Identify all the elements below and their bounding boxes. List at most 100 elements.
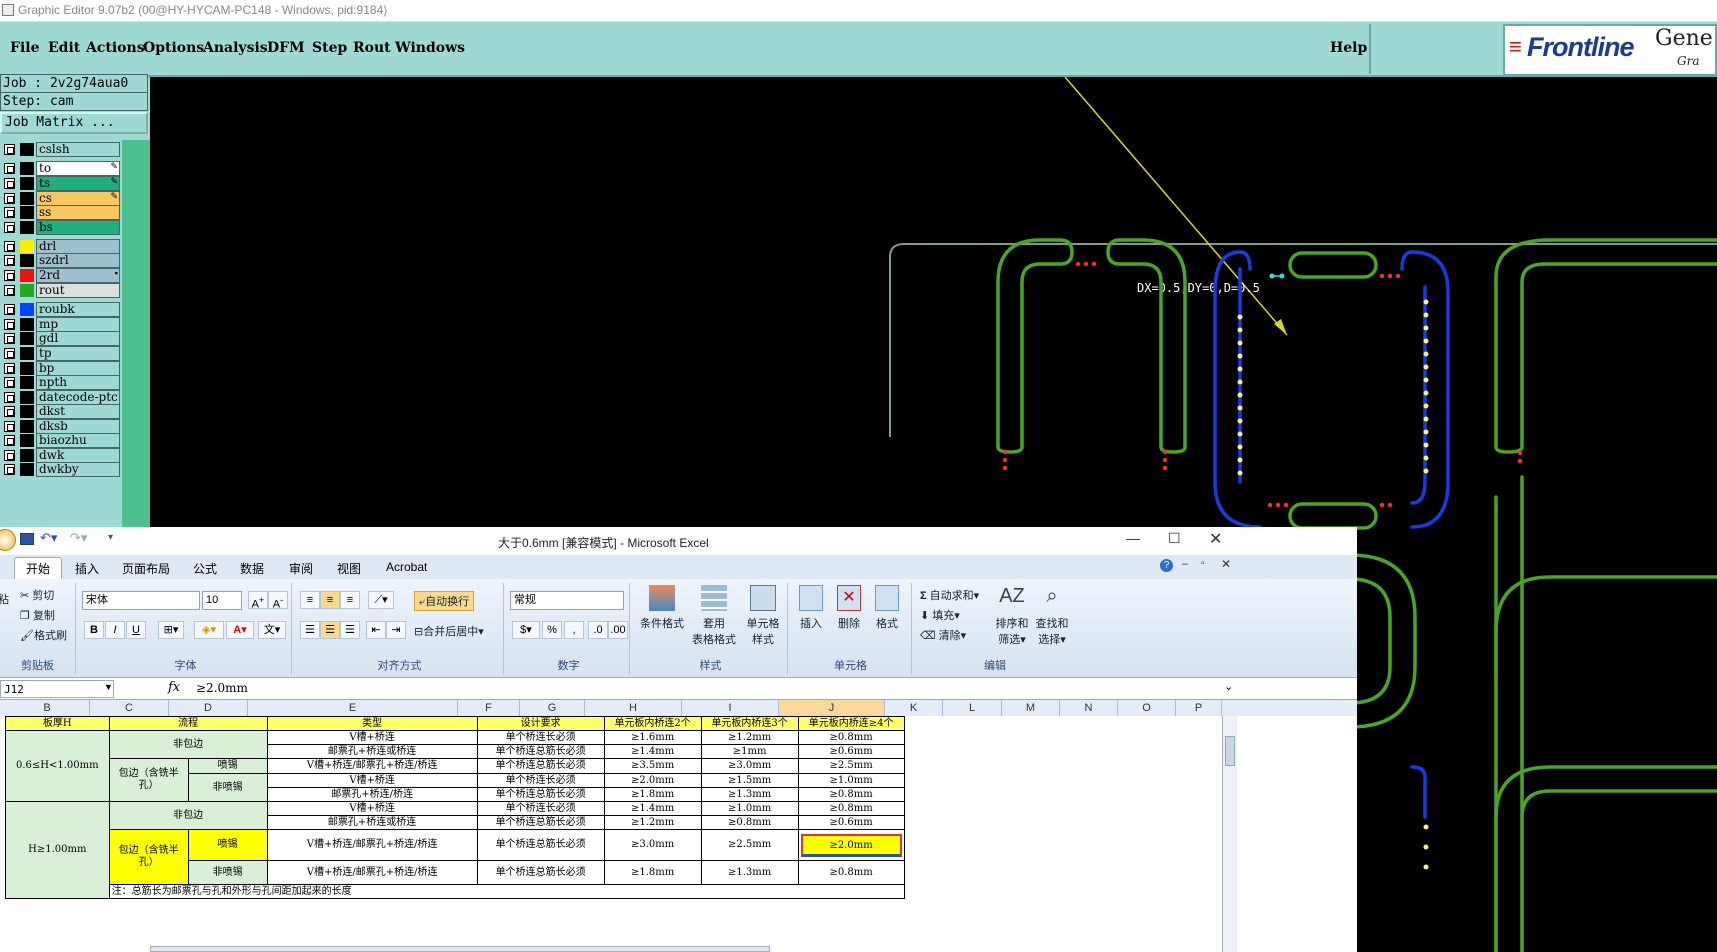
layer-color-swatch[interactable] — [20, 449, 34, 462]
layer-name[interactable]: datecode-ptc — [36, 390, 120, 405]
layer-color-swatch[interactable] — [20, 177, 34, 190]
layer-name[interactable]: bs — [36, 220, 120, 235]
layer-checkbox[interactable] — [4, 348, 15, 359]
layer-row-szdrl[interactable]: szdrl — [2, 253, 120, 268]
percent-icon[interactable]: % — [542, 621, 562, 639]
layer-checkbox[interactable] — [4, 392, 15, 403]
layer-color-swatch[interactable] — [20, 206, 34, 219]
menu-file[interactable]: File — [10, 40, 39, 56]
office-button[interactable] — [0, 529, 16, 551]
layer-row-dksb[interactable]: dksb — [2, 419, 120, 434]
layer-checkbox[interactable] — [4, 377, 15, 388]
grow-font-icon[interactable]: A+ — [248, 591, 268, 611]
layer-row-datecode-ptc[interactable]: datecode-ptc — [2, 390, 120, 405]
tab-review[interactable]: 审阅 — [289, 560, 313, 577]
layer-row-roubk[interactable]: roubk — [2, 302, 120, 317]
fill-color-icon[interactable]: ◈▾ — [194, 621, 224, 639]
layer-row-dwk[interactable]: dwk — [2, 448, 120, 463]
menu-analysis[interactable]: Analysis — [203, 40, 268, 56]
tab-page-layout[interactable]: 页面布局 — [122, 560, 170, 577]
layer-color-swatch[interactable] — [20, 269, 34, 282]
layer-color-swatch[interactable] — [20, 143, 34, 156]
layer-name[interactable]: ss — [36, 205, 120, 220]
layer-row-to[interactable]: to ✎ — [2, 161, 120, 176]
layer-color-swatch[interactable] — [20, 362, 34, 375]
layer-row-ss[interactable]: ss — [2, 205, 120, 220]
layer-checkbox[interactable] — [4, 163, 15, 174]
column-header-E[interactable]: E — [248, 700, 458, 716]
layer-name[interactable]: ts — [36, 176, 120, 191]
comma-icon[interactable]: , — [564, 621, 584, 639]
fill-button[interactable]: ⬇ 填充▾ — [920, 607, 960, 623]
font-color-icon[interactable]: A▾ — [226, 621, 254, 639]
layer-color-swatch[interactable] — [20, 254, 34, 267]
worksheet-grid[interactable]: 板厚H 流程 类型 设计要求 单元板内桥连2个 单元板内桥连3个 单元板内桥连≥… — [0, 716, 1357, 952]
wrap-text-button[interactable]: ⤶自动换行 — [414, 591, 475, 611]
layer-name[interactable]: 2rd — [36, 268, 120, 283]
layer-checkbox[interactable] — [4, 435, 15, 446]
layer-scroll-strip[interactable] — [122, 140, 150, 527]
layer-name[interactable]: npth — [36, 375, 120, 390]
layer-checkbox[interactable] — [4, 207, 15, 218]
sort-filter-button[interactable]: AZ 排序和 筛选▾ — [992, 585, 1032, 647]
layer-color-swatch[interactable] — [20, 192, 34, 205]
name-box[interactable]: J12 — [0, 680, 114, 698]
layer-checkbox[interactable] — [4, 193, 15, 204]
menu-step[interactable]: Step — [312, 40, 347, 56]
layer-checkbox[interactable] — [4, 363, 15, 374]
layer-checkbox[interactable] — [4, 144, 15, 155]
find-select-button[interactable]: ⌕ 查找和 选择▾ — [1032, 585, 1072, 647]
align-bottom-icon[interactable]: ≡ — [340, 591, 360, 609]
layer-row-npth[interactable]: npth — [2, 375, 120, 390]
layer-row-mp[interactable]: mp — [2, 317, 120, 332]
layer-name[interactable]: to — [36, 161, 120, 176]
layer-row-bs[interactable]: bs — [2, 220, 120, 235]
increase-indent-icon[interactable]: ⇥ — [386, 621, 406, 639]
layer-color-swatch[interactable] — [20, 240, 34, 253]
menu-actions[interactable]: Actions — [86, 40, 145, 56]
tab-view[interactable]: 视图 — [337, 560, 361, 577]
job-matrix-button[interactable]: Job Matrix ... — [0, 112, 148, 134]
column-header-K[interactable]: K — [885, 700, 943, 716]
layer-color-swatch[interactable] — [20, 376, 34, 389]
orientation-icon[interactable]: ⟋▾ — [368, 591, 394, 609]
accounting-icon[interactable]: $▾ — [512, 621, 540, 639]
italic-icon[interactable]: I — [105, 621, 125, 639]
layer-row-biaozhu[interactable]: biaozhu — [2, 433, 120, 448]
ribbon-restore-icon[interactable]: ▫ — [1201, 558, 1205, 569]
layer-color-swatch[interactable] — [20, 162, 34, 175]
column-header-J[interactable]: J — [779, 700, 885, 716]
layer-row-cs[interactable]: cs ✎ — [2, 191, 120, 206]
borders-icon[interactable]: ⊞▾ — [158, 621, 184, 639]
layer-row-2rd[interactable]: 2rd ▪ — [2, 268, 120, 283]
layer-color-swatch[interactable] — [20, 434, 34, 447]
align-left-icon[interactable]: ☰ — [300, 621, 320, 639]
align-center-icon[interactable]: ☰ — [320, 621, 340, 639]
copy-button[interactable]: ❐ 复制 — [20, 607, 55, 623]
formula-input[interactable]: ≥2.0mm — [190, 680, 1220, 698]
layer-name[interactable]: tp — [36, 346, 120, 361]
cell-styles-button[interactable]: 单元格 样式 — [740, 585, 786, 647]
layer-name[interactable]: rout — [36, 283, 120, 298]
undo-icon[interactable]: ↶▾ — [40, 530, 57, 546]
layer-name[interactable]: gdl — [36, 331, 120, 346]
paste-button[interactable]: 粘 — [0, 591, 9, 607]
layer-color-swatch[interactable] — [20, 318, 34, 331]
format-as-table-button[interactable]: 套用 表格格式 — [686, 585, 742, 647]
decrease-indent-icon[interactable]: ⇤ — [366, 621, 386, 639]
fx-icon[interactable]: fx — [168, 680, 180, 695]
menu-options[interactable]: Options — [143, 40, 204, 56]
align-middle-icon[interactable]: ≡ — [320, 591, 340, 609]
font-size-dropdown[interactable]: 10 — [202, 591, 242, 610]
menu-windows[interactable]: Windows — [395, 40, 465, 56]
layer-name[interactable]: biaozhu — [36, 433, 120, 448]
cut-button[interactable]: ✂ 剪切 — [20, 587, 54, 603]
layer-row-bp[interactable]: bp — [2, 361, 120, 376]
layer-checkbox[interactable] — [4, 450, 15, 461]
layer-checkbox[interactable] — [4, 421, 15, 432]
layer-checkbox[interactable] — [4, 255, 15, 266]
layer-checkbox[interactable] — [4, 319, 15, 330]
tab-home[interactable]: 开始 — [26, 560, 50, 577]
layer-name[interactable]: cslsh — [36, 142, 120, 157]
layer-name[interactable]: roubk — [36, 302, 120, 317]
